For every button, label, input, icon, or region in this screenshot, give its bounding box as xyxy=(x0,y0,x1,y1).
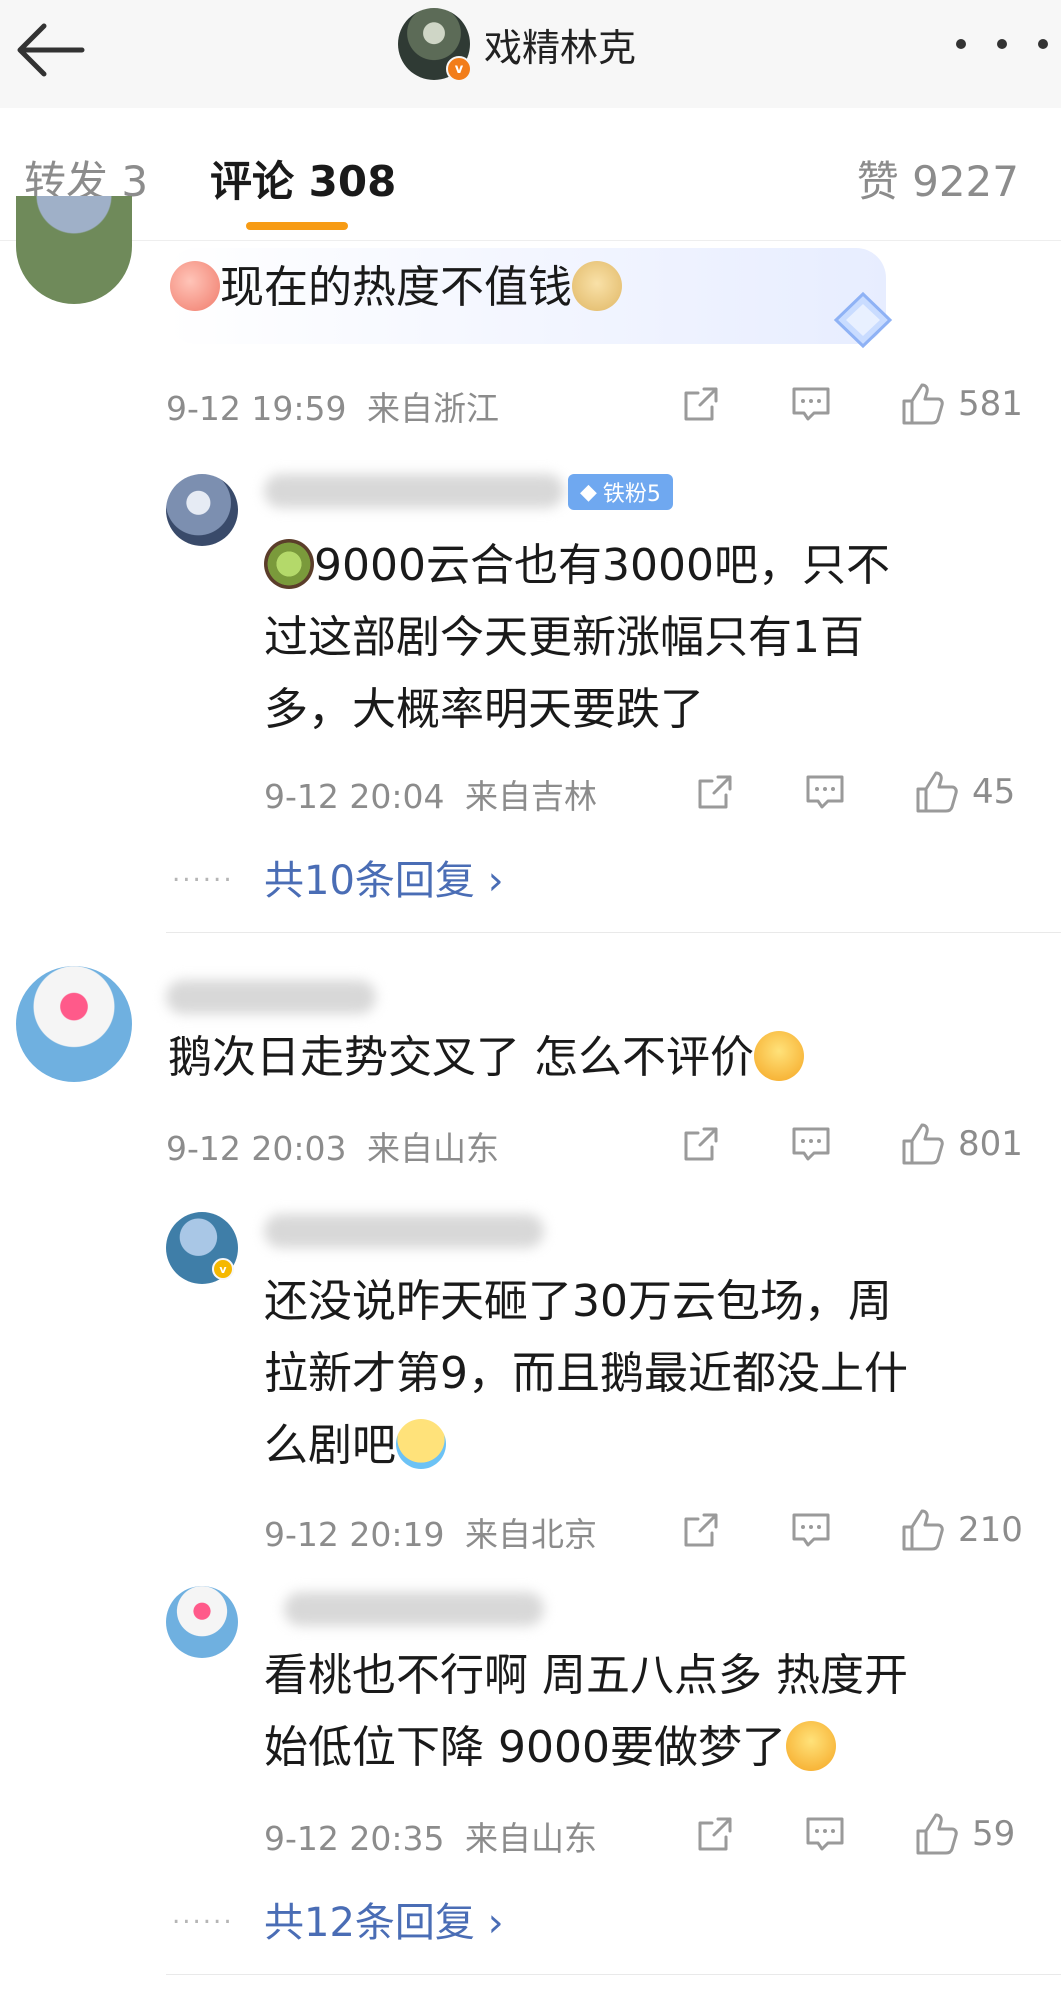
thread-dots: ...... xyxy=(172,858,234,888)
like-count: 210 xyxy=(958,1510,1023,1550)
reply-location: 来自吉林 xyxy=(465,777,597,816)
reply-line: 么剧吧 xyxy=(264,1420,396,1471)
avatar[interactable] xyxy=(166,474,238,546)
dot xyxy=(1038,39,1048,49)
reply-line: 9000云合也有3000吧，只不 xyxy=(314,540,890,591)
reply-time: 9-12 20:19 xyxy=(264,1515,445,1554)
reply-line: 还没说昨天砸了30万云包场，周 xyxy=(264,1276,892,1327)
reply-actions: 210 xyxy=(670,1502,1030,1558)
like-button[interactable]: 801 xyxy=(898,1116,1023,1172)
like-button[interactable]: 581 xyxy=(898,376,1023,432)
like-count: 581 xyxy=(958,384,1023,424)
share-icon[interactable] xyxy=(692,1806,738,1862)
peach-emoji-icon xyxy=(170,261,220,311)
username-blurred xyxy=(284,1592,544,1626)
drooling-emoji-icon xyxy=(785,1721,836,1771)
reply-meta: 9-12 20:35 来自山东 xyxy=(264,1812,597,1860)
share-icon[interactable] xyxy=(678,1116,724,1172)
active-tab-indicator xyxy=(246,222,348,230)
comment-meta: 9-12 19:59 来自浙江 xyxy=(166,382,499,430)
comment-icon[interactable] xyxy=(788,1502,834,1558)
reply-text: 看桃也不行啊 周五八点多 热度开 始低位下降 9000要做梦了 xyxy=(264,1640,908,1784)
tab-comment[interactable]: 评论 308 xyxy=(210,148,396,209)
comment-meta: 9-12 20:03 来自山东 xyxy=(166,1122,499,1170)
drooling-emoji-icon xyxy=(754,1031,804,1081)
like-button[interactable]: 210 xyxy=(898,1502,1023,1558)
reply-line: 始低位下降 9000要做梦了 xyxy=(264,1722,786,1773)
username-blurred xyxy=(264,474,564,508)
thumbs-up-icon xyxy=(902,1509,944,1551)
thumbs-up-icon xyxy=(902,383,944,425)
header-title-group[interactable]: v 戏精林克 xyxy=(398,8,637,82)
share-icon[interactable] xyxy=(692,764,738,820)
author-name: 戏精林克 xyxy=(484,25,637,70)
diamond-decoration-icon xyxy=(828,290,898,354)
comment-icon[interactable] xyxy=(788,1116,834,1172)
more-options-icon[interactable] xyxy=(956,22,1048,66)
fan-level-badge: ◆ 铁粉5 xyxy=(568,474,673,510)
dot xyxy=(956,39,966,49)
dot xyxy=(997,39,1007,49)
reply-time: 9-12 20:35 xyxy=(264,1819,445,1858)
author-avatar[interactable]: v xyxy=(398,8,472,82)
comment-text: 鹅次日走势交叉了 怎么不评价 xyxy=(168,1022,804,1094)
username-blurred xyxy=(166,980,376,1014)
like-count: 801 xyxy=(958,1124,1023,1164)
username-blurred xyxy=(264,1214,544,1248)
comment-location: 来自山东 xyxy=(367,1129,499,1168)
thumbs-up-icon xyxy=(902,1123,944,1165)
reply-line: 拉新才第9，而且鹅最近都没上什 xyxy=(264,1348,908,1399)
thread-dots: ...... xyxy=(172,1900,234,1930)
comment-text: 现在的热度不值钱 xyxy=(170,252,622,324)
divider xyxy=(166,932,1061,933)
comment-icon[interactable] xyxy=(802,1806,848,1862)
reply-location: 来自北京 xyxy=(465,1515,597,1554)
avatar[interactable] xyxy=(16,966,132,1082)
like-button[interactable]: 59 xyxy=(912,1806,1015,1862)
comment-icon[interactable] xyxy=(802,764,848,820)
thumbs-up-icon xyxy=(916,771,958,813)
reply-meta: 9-12 20:04 来自吉林 xyxy=(264,770,597,818)
reply-text: 9000云合也有3000吧，只不 过这部剧今天更新涨幅只有1百 多，大概率明天要… xyxy=(264,530,890,746)
back-arrow-icon[interactable] xyxy=(8,8,92,92)
avatar[interactable] xyxy=(166,1586,238,1658)
comment-location: 来自浙江 xyxy=(367,389,499,428)
diamond-icon: ◆ xyxy=(580,479,597,505)
reply-meta: 9-12 20:19 来自北京 xyxy=(264,1508,597,1556)
share-icon[interactable] xyxy=(678,1502,724,1558)
divider xyxy=(166,1974,1061,1975)
reply-location: 来自山东 xyxy=(465,1819,597,1858)
more-replies-link[interactable]: 共12条回复 › xyxy=(264,1890,504,1948)
thumbs-up-icon xyxy=(916,1813,958,1855)
reply-line: 多，大概率明天要跌了 xyxy=(264,684,704,735)
kiwi-emoji-icon xyxy=(264,539,314,589)
doge-emoji-icon xyxy=(572,261,622,311)
verified-badge: v xyxy=(446,56,472,82)
reply-actions: 59 xyxy=(684,1806,1044,1862)
verified-badge: v xyxy=(212,1258,234,1280)
comment-icon[interactable] xyxy=(788,376,834,432)
more-replies-link[interactable]: 共10条回复 › xyxy=(264,848,504,906)
share-icon[interactable] xyxy=(678,376,724,432)
comment-actions: 801 xyxy=(670,1116,1030,1172)
reply-text: 还没说昨天砸了30万云包场，周 拉新才第9，而且鹅最近都没上什 么剧吧 xyxy=(264,1266,908,1482)
comment-time: 9-12 20:03 xyxy=(166,1129,347,1168)
like-button[interactable]: 45 xyxy=(912,764,1015,820)
avatar[interactable] xyxy=(16,196,132,304)
reply-line: 过这部剧今天更新涨幅只有1百 xyxy=(264,612,864,663)
like-count: 45 xyxy=(972,772,1016,812)
tab-like[interactable]: 赞 9227 xyxy=(857,148,1019,209)
reply-line: 看桃也不行啊 周五八点多 热度开 xyxy=(264,1650,908,1701)
reply-actions: 45 xyxy=(684,764,1044,820)
tab-bar: 转发 3 评论 308 赞 9227 xyxy=(0,108,1061,241)
comment-actions: 581 xyxy=(670,376,1030,432)
reply-time: 9-12 20:04 xyxy=(264,777,445,816)
crying-emoji-icon xyxy=(396,1419,446,1469)
like-count: 59 xyxy=(972,1814,1016,1854)
comment-time: 9-12 19:59 xyxy=(166,389,347,428)
